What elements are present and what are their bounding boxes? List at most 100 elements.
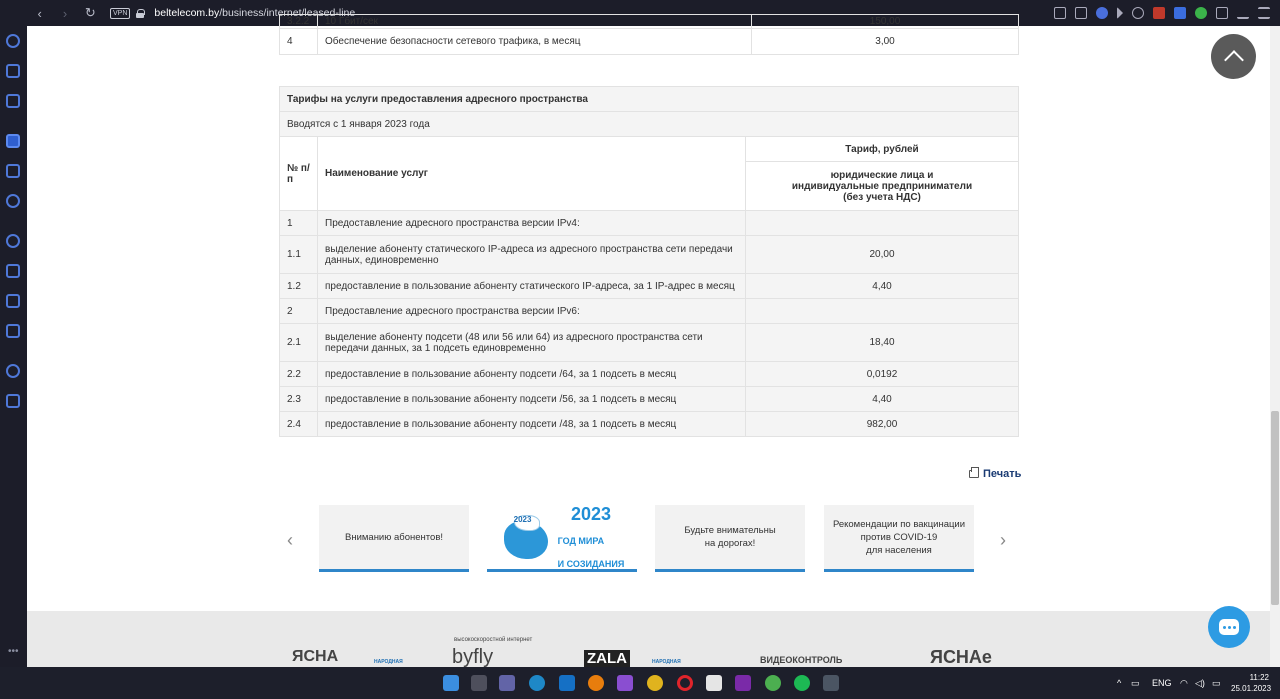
emoji-icon[interactable] <box>6 194 20 208</box>
menu-icon[interactable] <box>1258 7 1270 19</box>
visual-studio-icon[interactable] <box>617 675 633 691</box>
lock-icon[interactable] <box>136 8 146 18</box>
heart-icon[interactable] <box>1132 7 1144 19</box>
clock[interactable]: 11:22 25.01.2023 <box>1231 672 1271 694</box>
row-num: 1.1 <box>279 235 318 274</box>
task-view-icon[interactable] <box>471 675 487 691</box>
bag-icon[interactable] <box>6 64 20 78</box>
vk-icon[interactable] <box>6 264 20 278</box>
row-num: 1.2 <box>279 273 318 299</box>
home-icon[interactable] <box>6 134 20 148</box>
start-icon[interactable] <box>443 675 459 691</box>
row-name: предоставление в пользование абоненту ст… <box>317 273 746 299</box>
row-num: 2.4 <box>279 411 318 437</box>
blender-icon[interactable] <box>588 675 604 691</box>
screenshot-icon[interactable] <box>1054 7 1066 19</box>
opera-icon[interactable] <box>677 675 693 691</box>
row-value: 4,40 <box>745 273 1019 299</box>
row-value: 0,0192 <box>745 361 1019 387</box>
reload-icon[interactable]: ↻ <box>85 5 96 21</box>
url-host: beltelecom.by <box>154 7 220 19</box>
tiktok-icon[interactable] <box>6 294 20 308</box>
language-indicator[interactable]: ENG <box>1152 667 1172 699</box>
onenote-icon[interactable] <box>735 675 751 691</box>
brand-yasnae[interactable]: ЯСНАе <box>930 647 992 668</box>
twitch-icon[interactable] <box>6 94 20 108</box>
cube-icon[interactable] <box>1216 7 1228 19</box>
brand-narodnaya[interactable]: НАРОДНАЯ <box>374 659 403 665</box>
send-sidebar-icon[interactable] <box>6 394 20 408</box>
telegram-icon[interactable] <box>6 234 20 248</box>
table-row: 4 Обеспечение безопасности сетевого траф… <box>279 28 1019 55</box>
forward-icon[interactable]: › <box>59 6 70 21</box>
chrome-icon[interactable] <box>647 675 663 691</box>
player-icon[interactable] <box>6 364 20 378</box>
scrollbar-thumb[interactable] <box>1271 411 1279 605</box>
row-name: 10 Гбит/сек <box>317 14 752 29</box>
row-name: предоставление в пользование абоненту по… <box>317 411 746 437</box>
carousel-prev-button[interactable]: ‹ <box>287 530 293 551</box>
mail-icon[interactable] <box>559 675 575 691</box>
plane-icon[interactable] <box>6 164 20 178</box>
back-icon[interactable]: ‹ <box>34 6 45 21</box>
row-name: Предоставление адресного пространства ве… <box>317 210 746 236</box>
col-header-tariff: Тариф, рублей <box>745 136 1019 162</box>
download-icon[interactable] <box>1237 7 1249 19</box>
send-icon[interactable] <box>1117 7 1123 19</box>
brand-byfly[interactable]: byfly <box>452 646 493 669</box>
row-name: выделение абоненту статического IP-адрес… <box>317 235 746 274</box>
carousel-card-subscribers[interactable]: Вниманию абонентов! <box>319 505 469 572</box>
row-value: 20,00 <box>745 235 1019 274</box>
battery-icon[interactable]: ▭ <box>1212 667 1221 699</box>
chat-button[interactable] <box>1208 606 1250 648</box>
speed-dial-icon[interactable] <box>6 34 20 48</box>
carousel-next-button[interactable]: › <box>1000 530 1006 551</box>
row-num: 2.2 <box>279 361 318 387</box>
tray-app-icon[interactable]: ▭ <box>1131 667 1143 699</box>
browser-nav: ‹ › ↻ <box>0 5 96 21</box>
spotify-icon[interactable] <box>794 675 810 691</box>
brand-videokontrol[interactable]: ВИДЕОКОНТРОЛЬ <box>760 655 842 665</box>
volume-icon[interactable]: ◁) <box>1195 667 1205 699</box>
table-row: 1.1 выделение абоненту статического IP-а… <box>279 235 1019 274</box>
chat-icon <box>1219 619 1239 635</box>
row-value: 18,40 <box>745 323 1019 362</box>
browser-sidebar: ••• <box>0 26 27 667</box>
camera-icon[interactable] <box>1075 7 1087 19</box>
carousel-card-roads[interactable]: Будьте внимательны на дорогах! <box>655 505 805 572</box>
print-link[interactable]: Печать <box>969 467 1021 480</box>
store-icon[interactable] <box>706 675 722 691</box>
table-row: 2.4 предоставление в пользование абонент… <box>279 411 1019 437</box>
col-header-tariff-sub: юридические лица и индивидуальные предпр… <box>745 161 1019 211</box>
discord-icon[interactable] <box>6 324 20 338</box>
row-num: 3.2.2 <box>279 14 318 29</box>
vpn-badge[interactable]: VPN <box>110 7 131 19</box>
download-ext-icon[interactable] <box>1153 7 1165 19</box>
more-icon[interactable]: ••• <box>8 646 19 657</box>
windows-taskbar: ^ ▭ ENG ◠ ◁) ▭ 11:22 25.01.2023 <box>0 667 1280 699</box>
app-icon[interactable] <box>823 675 839 691</box>
carousel-card-vaccination[interactable]: Рекомендации по вакцинации против COVID-… <box>824 505 974 572</box>
row-name: Обеспечение безопасности сетевого трафик… <box>317 28 752 55</box>
table-row: 1 Предоставление адресного пространства … <box>279 210 1019 236</box>
col-header-num: № п/п <box>279 136 318 211</box>
page-scrollbar[interactable] <box>1270 26 1280 667</box>
table-row: 2 Предоставление адресного пространства … <box>279 298 1019 324</box>
shield-icon[interactable] <box>1096 7 1108 19</box>
row-num: 1 <box>279 210 318 236</box>
chat-ext-icon[interactable] <box>1195 7 1207 19</box>
edge-icon[interactable] <box>529 675 545 691</box>
teams-icon[interactable] <box>499 675 515 691</box>
table-subtitle: Вводятся с 1 января 2023 года <box>279 111 1019 137</box>
scroll-to-top-button[interactable] <box>1211 34 1256 79</box>
utorrent-icon[interactable] <box>765 675 781 691</box>
carousel-card-year-of-peace[interactable]: 2023 2023 ГОД МИРА И СОЗИДАНИЯ <box>487 505 637 572</box>
brand-narodnaya-2[interactable]: НАРОДНАЯ <box>652 659 681 665</box>
wifi-icon[interactable]: ◠ <box>1180 667 1188 699</box>
table-header-row: № п/п Наименование услуг Тариф, рублей <box>279 136 1019 211</box>
brand-zala[interactable]: ZALA <box>584 650 630 667</box>
tray-chevron-icon[interactable]: ^ <box>1117 667 1121 699</box>
brand-yasna[interactable]: ЯСНА <box>292 648 338 666</box>
translate-icon[interactable] <box>1174 7 1186 19</box>
row-value <box>745 210 1019 236</box>
